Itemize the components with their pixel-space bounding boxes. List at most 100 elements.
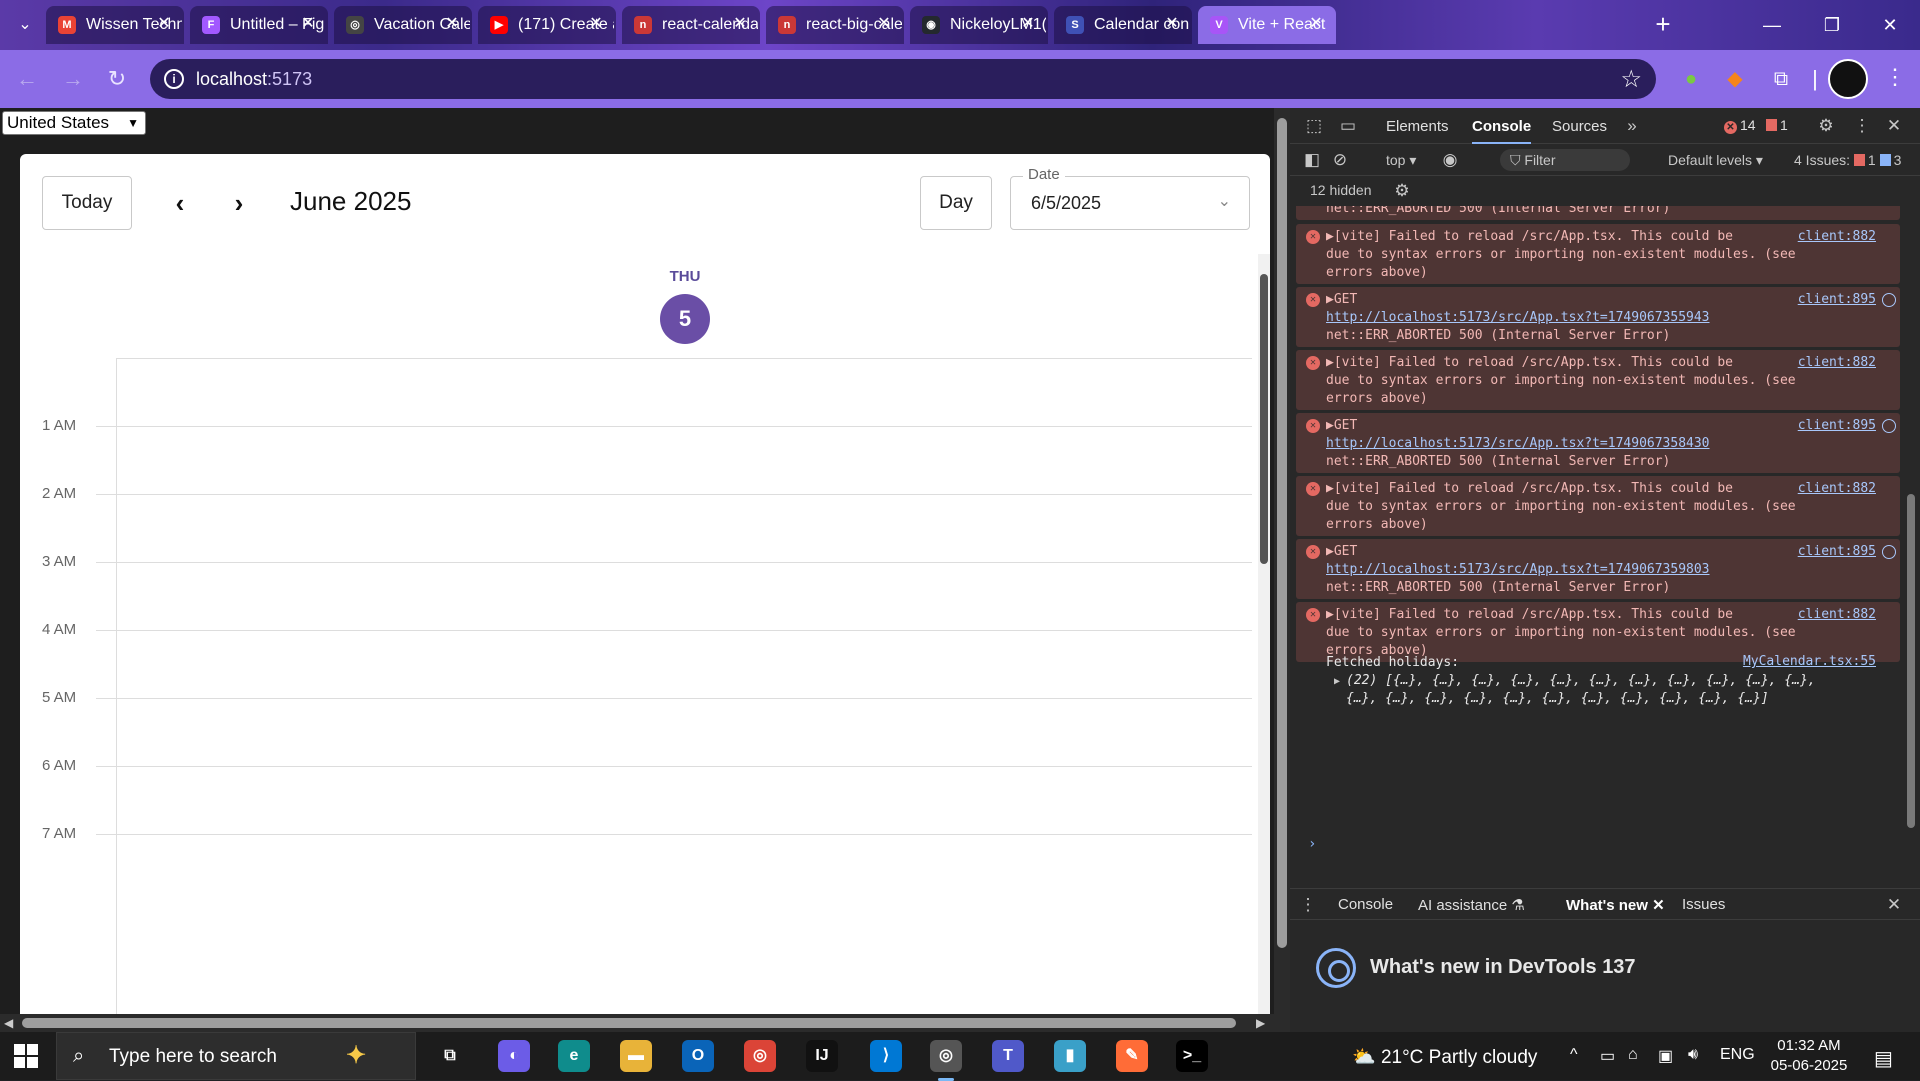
clear-console-icon[interactable]: ⊘	[1328, 148, 1352, 172]
hour-slot[interactable]: 3 AM	[20, 553, 1252, 570]
error-text[interactable]: ▶[vite] Failed to reload /src/App.tsx. T…	[1326, 480, 1796, 534]
close-tab-icon[interactable]: ✕	[154, 14, 174, 34]
search-highlight-icon[interactable]: ✦	[340, 1040, 372, 1072]
page-vertical-scrollbar[interactable]	[1274, 108, 1290, 1032]
extensions-puzzle-icon[interactable]: ⧉	[1766, 64, 1796, 94]
tray-overflow-icon[interactable]: ^	[1570, 1046, 1578, 1064]
close-tab-icon[interactable]: ✕	[730, 14, 750, 34]
metamask-icon[interactable]: ◆	[1720, 64, 1750, 94]
volume-icon[interactable]: 🔊︎	[1688, 1046, 1698, 1064]
network-request-icon[interactable]	[1882, 545, 1896, 559]
source-link[interactable]: client:895	[1798, 543, 1876, 561]
console-output[interactable]: net::ERR_ABORTED 500 (Internal Server Er…	[1290, 206, 1920, 888]
more-options-icon[interactable]: ⋮	[1850, 114, 1874, 138]
notifications-icon[interactable]: ▤	[1874, 1046, 1893, 1071]
scroll-left-icon[interactable]: ◀	[4, 1014, 13, 1032]
error-text[interactable]: ▶[vite] Failed to reload /src/App.tsx. T…	[1326, 228, 1796, 282]
profile-avatar[interactable]	[1828, 59, 1868, 99]
close-tab-icon[interactable]: ✕	[1306, 14, 1326, 34]
close-tab-icon[interactable]: ✕	[1652, 897, 1665, 914]
previous-icon[interactable]: ‹	[163, 186, 197, 220]
edge-icon[interactable]: e	[558, 1040, 590, 1072]
browser-tab[interactable]: n react-big-cale ✕	[766, 6, 904, 44]
notepad-icon[interactable]: ▮	[1054, 1040, 1086, 1072]
close-tab-icon[interactable]: ✕	[442, 14, 462, 34]
error-text[interactable]: ▶[vite] Failed to reload /src/App.tsx. T…	[1326, 354, 1796, 408]
today-button[interactable]: Today	[42, 176, 132, 230]
close-drawer-icon[interactable]: ✕	[1882, 893, 1906, 917]
address-bar[interactable]: i localhost:5173 ☆	[150, 59, 1656, 99]
console-settings-gear-icon[interactable]: ⚙	[1390, 179, 1414, 203]
close-tab-icon[interactable]: ✕	[1162, 14, 1182, 34]
hour-slot[interactable]: 6 AM	[20, 757, 1252, 774]
drawer-tab-ai-assistance[interactable]: AI assistance ⚗	[1418, 896, 1525, 914]
more-tabs-icon[interactable]: »	[1620, 114, 1644, 138]
sidebar-toggle-icon[interactable]: ◧	[1300, 148, 1324, 172]
source-link[interactable]: client:882	[1798, 354, 1876, 372]
expand-triangle-icon[interactable]: ▶	[1334, 676, 1340, 687]
source-link[interactable]: client:895	[1798, 291, 1876, 309]
reload-icon[interactable]: ↻	[102, 64, 132, 94]
browser-tab[interactable]: ▶ (171) Create a ✕	[478, 6, 616, 44]
error-text[interactable]: ▶GET http://localhost:5173/src/App.tsx?t…	[1326, 291, 1766, 345]
scrollbar-thumb[interactable]	[1907, 494, 1915, 828]
error-text[interactable]: ▶GET http://localhost:5173/src/App.tsx?t…	[1326, 543, 1766, 597]
tab-sources[interactable]: Sources	[1552, 118, 1607, 135]
browser-tab[interactable]: V Vite + React ✕	[1198, 6, 1336, 44]
hour-slot[interactable]: 4 AM	[20, 621, 1252, 638]
hour-slot[interactable]: 1 AM	[20, 417, 1252, 434]
issues-link[interactable]: 4 Issues: 1 3	[1794, 152, 1901, 168]
display-icon[interactable]: ▣	[1658, 1046, 1673, 1066]
device-toolbar-icon[interactable]: ▭	[1336, 114, 1360, 138]
browser-tab[interactable]: S Calendar con ✕	[1054, 6, 1192, 44]
network-request-icon[interactable]	[1882, 419, 1896, 433]
browser-menu-icon[interactable]: ⋮	[1880, 64, 1910, 90]
extension-green-icon[interactable]: ●	[1676, 64, 1706, 94]
hour-slot[interactable]: 2 AM	[20, 485, 1252, 502]
drawer-tab-whats-new[interactable]: What's new ✕	[1566, 896, 1665, 922]
browser-tab[interactable]: ◎ Vacation Cale ✕	[334, 6, 472, 44]
settings-gear-icon[interactable]: ⚙	[1814, 114, 1838, 138]
chrome-profile-icon[interactable]: ◎	[930, 1040, 962, 1081]
source-link[interactable]: client:895	[1798, 417, 1876, 435]
forward-icon[interactable]: →	[58, 64, 88, 94]
new-tab-button[interactable]: +	[1648, 10, 1678, 40]
copilot-icon[interactable]: ◐	[498, 1040, 530, 1072]
source-link[interactable]: client:882	[1798, 228, 1876, 246]
outlook-icon[interactable]: O	[682, 1040, 714, 1072]
calendar-scrollbar[interactable]	[1258, 254, 1270, 1022]
next-icon[interactable]: ›	[222, 186, 256, 220]
postman-icon[interactable]: ✎	[1116, 1040, 1148, 1072]
time-grid[interactable]: 1 AM 2 AM 3 AM 4 AM 5 AM 6 AM 7 AM	[20, 358, 1252, 1022]
close-devtools-icon[interactable]: ✕	[1882, 114, 1906, 138]
day-number-badge[interactable]: 5	[660, 294, 710, 344]
tab-search-chevron-icon[interactable]: ⌄	[10, 12, 40, 38]
network-icon[interactable]: ⌂	[1628, 1046, 1638, 1064]
close-tab-icon[interactable]: ✕	[298, 14, 318, 34]
browser-tab[interactable]: M Wissen Techn ✕	[46, 6, 184, 44]
console-filter-input[interactable]: ⛉ Filter	[1500, 149, 1630, 171]
minimize-button[interactable]: —	[1752, 10, 1792, 40]
log-array-preview[interactable]: (22) [{…}, {…}, {…}, {…}, {…}, {…}, {…},…	[1346, 672, 1816, 708]
chrome-icon[interactable]: ◎	[744, 1040, 776, 1072]
tab-elements[interactable]: Elements	[1386, 118, 1449, 135]
country-select[interactable]: United States ▼	[2, 111, 146, 135]
view-day-button[interactable]: Day	[920, 176, 992, 230]
close-tab-icon[interactable]: ✕	[1018, 14, 1038, 34]
windows-start-icon[interactable]	[14, 1044, 38, 1068]
scroll-right-icon[interactable]: ▶	[1256, 1014, 1265, 1032]
date-picker-field[interactable]: Date 6/5/2025 ⌄	[1010, 166, 1250, 230]
task-view-icon[interactable]: ⧉	[434, 1040, 466, 1072]
language-indicator[interactable]: ENG	[1720, 1046, 1755, 1064]
context-selector[interactable]: top ▾	[1386, 152, 1416, 169]
scrollbar-thumb[interactable]	[1277, 118, 1287, 948]
tab-console[interactable]: Console	[1472, 118, 1532, 144]
system-clock[interactable]: 01:32 AM 05-06-2025	[1764, 1036, 1854, 1076]
scrollbar-thumb[interactable]	[22, 1018, 1236, 1028]
drawer-tab-console[interactable]: Console	[1338, 896, 1393, 913]
file-explorer-icon[interactable]: ▬	[620, 1040, 652, 1072]
close-tab-icon[interactable]: ✕	[586, 14, 606, 34]
console-scrollbar[interactable]	[1904, 206, 1918, 888]
bookmark-star-icon[interactable]: ☆	[1620, 65, 1642, 94]
drawer-menu-icon[interactable]: ⋮	[1296, 893, 1320, 917]
